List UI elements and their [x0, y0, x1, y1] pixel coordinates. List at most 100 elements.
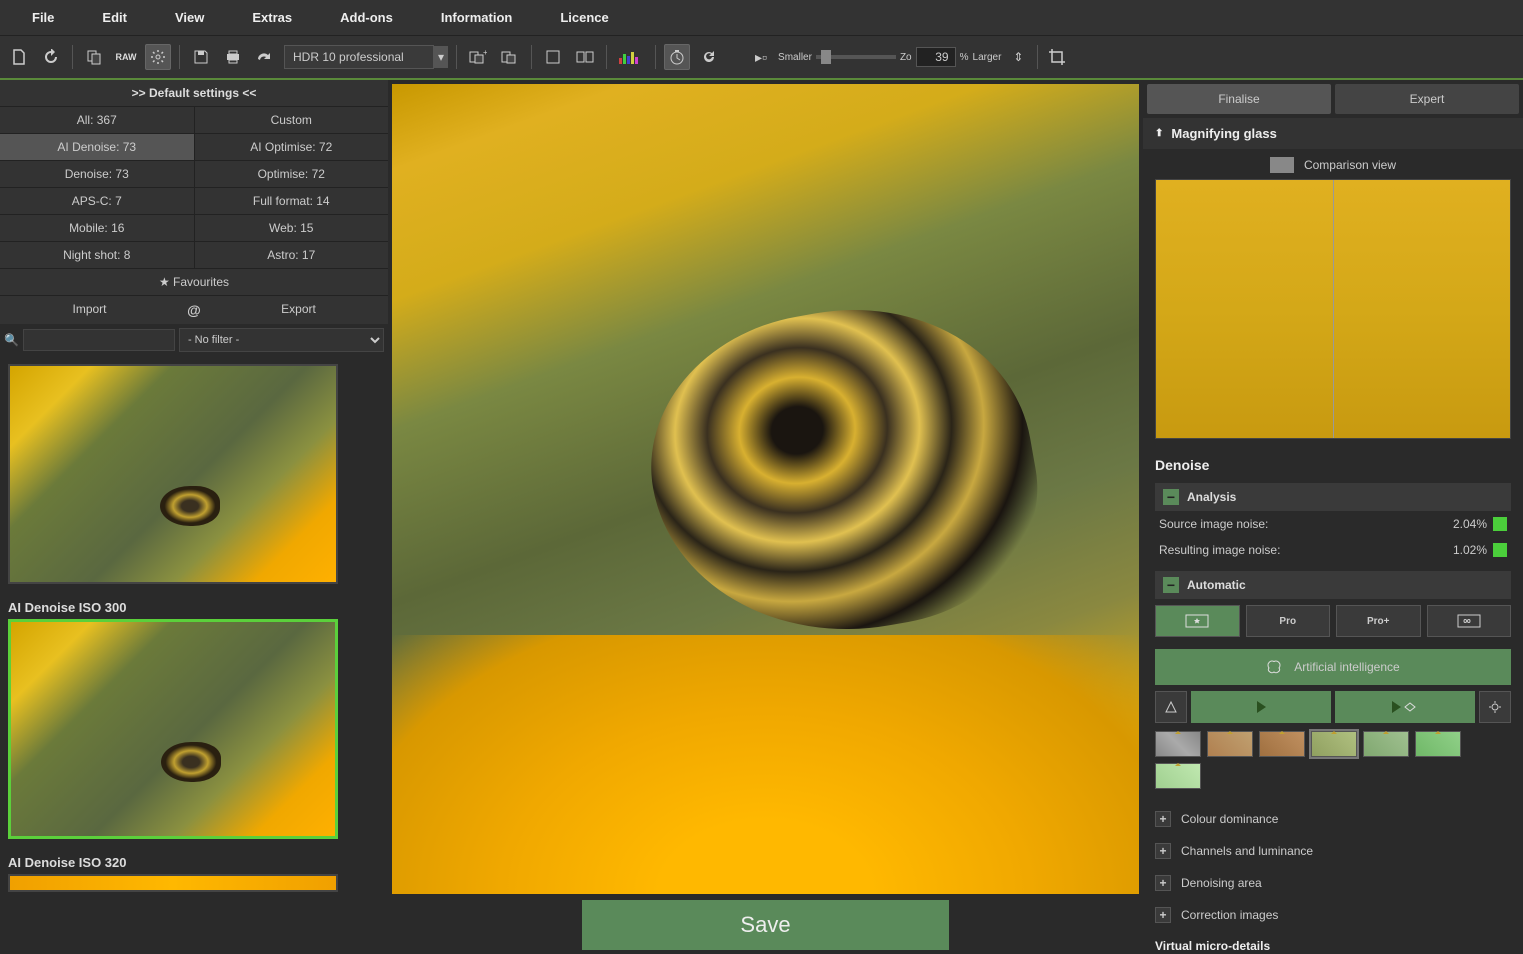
- preset-list[interactable]: ☆ + ↻ AI Denoise ISO 300 ☆ + ↻ AI Denois…: [0, 356, 388, 954]
- default-settings-header[interactable]: >> Default settings <<: [0, 80, 388, 107]
- menu-file[interactable]: File: [8, 4, 78, 31]
- menu-edit[interactable]: Edit: [78, 4, 151, 31]
- expand-plus-icon[interactable]: +: [1155, 907, 1171, 923]
- play-diamond-button[interactable]: [1335, 691, 1475, 723]
- export-button[interactable]: Export: [209, 296, 388, 324]
- settings-gear-icon[interactable]: [145, 44, 171, 70]
- automatic-header[interactable]: − Automatic: [1155, 571, 1511, 599]
- reload-icon[interactable]: [38, 44, 64, 70]
- preset-search-input[interactable]: [23, 329, 175, 351]
- menu-addons[interactable]: Add-ons: [316, 4, 417, 31]
- correction-images-section[interactable]: + Correction images: [1143, 899, 1523, 931]
- preset-thumbnail[interactable]: [8, 874, 338, 892]
- menu-view[interactable]: View: [151, 4, 228, 31]
- save-button[interactable]: Save: [582, 900, 949, 950]
- preset-item[interactable]: ☆ + ↻: [8, 364, 380, 584]
- menu-licence[interactable]: Licence: [536, 4, 632, 31]
- texture-swatch-3[interactable]: [1259, 731, 1305, 757]
- filter-denoise[interactable]: Denoise: 73: [0, 161, 194, 187]
- target-icon[interactable]: [1479, 691, 1511, 723]
- preset-infinity-button[interactable]: [1427, 605, 1512, 637]
- analysis-header[interactable]: − Analysis: [1155, 483, 1511, 511]
- collapse-minus-icon[interactable]: −: [1163, 577, 1179, 593]
- reload-icon[interactable]: ↻: [386, 420, 388, 436]
- tab-finalise[interactable]: Finalise: [1147, 84, 1331, 114]
- texture-swatch-5[interactable]: [1363, 731, 1409, 757]
- filter-apsc[interactable]: APS-C: 7: [0, 188, 194, 214]
- denoising-area-section[interactable]: + Denoising area: [1143, 867, 1523, 899]
- expand-plus-icon[interactable]: +: [1155, 811, 1171, 827]
- preset-item[interactable]: ☆ + ↻: [8, 619, 380, 839]
- ai-button[interactable]: Artificial intelligence: [1155, 649, 1511, 685]
- refresh-icon[interactable]: [696, 44, 722, 70]
- play-button-1[interactable]: [1191, 691, 1331, 723]
- copy-icon[interactable]: [81, 44, 107, 70]
- plus-icon[interactable]: +: [386, 396, 388, 412]
- menu-information[interactable]: Information: [417, 4, 537, 31]
- reload-icon[interactable]: ↻: [386, 675, 388, 691]
- zoom-value-input[interactable]: 39: [916, 47, 956, 67]
- mode-select[interactable]: HDR 10 professional: [284, 45, 434, 69]
- magnifier-preview[interactable]: [1155, 179, 1511, 439]
- colour-dominance-section[interactable]: + Colour dominance: [1143, 803, 1523, 835]
- print-icon[interactable]: [220, 44, 246, 70]
- filter-night-shot[interactable]: Night shot: 8: [0, 242, 194, 268]
- import-button[interactable]: Import: [0, 296, 179, 324]
- expand-plus-icon[interactable]: +: [1155, 843, 1171, 859]
- expand-plus-icon[interactable]: +: [1155, 875, 1171, 891]
- save-icon[interactable]: [188, 44, 214, 70]
- single-view-icon[interactable]: [540, 44, 566, 70]
- texture-swatch-7[interactable]: [1155, 763, 1201, 789]
- zoom-prefix: Zo: [900, 52, 912, 63]
- channels-section[interactable]: + Channels and luminance: [1143, 835, 1523, 867]
- filter-full-format[interactable]: Full format: 14: [195, 188, 389, 214]
- filter-ai-denoise[interactable]: AI Denoise: 73: [0, 134, 194, 160]
- menu-extras[interactable]: Extras: [228, 4, 316, 31]
- preset-hq-button[interactable]: [1155, 605, 1240, 637]
- filter-ai-optimise[interactable]: AI Optimise: 72: [195, 134, 389, 160]
- magnifier-title: Magnifying glass: [1171, 126, 1276, 141]
- mode-select-arrow-icon[interactable]: ▾: [434, 46, 448, 68]
- preset-thumbnail[interactable]: [8, 364, 338, 584]
- split-view-icon[interactable]: [572, 44, 598, 70]
- filter-optimise[interactable]: Optimise: 72: [195, 161, 389, 187]
- texture-swatch-4[interactable]: [1311, 731, 1357, 757]
- main-image-preview[interactable]: [392, 84, 1139, 894]
- collapse-minus-icon[interactable]: −: [1163, 489, 1179, 505]
- tab-expert[interactable]: Expert: [1335, 84, 1519, 114]
- texture-swatch-6[interactable]: [1415, 731, 1461, 757]
- filter-all[interactable]: All: 367: [0, 107, 194, 133]
- texture-swatch-2[interactable]: [1207, 731, 1253, 757]
- batch-settings-icon[interactable]: [497, 44, 523, 70]
- comparison-toggle[interactable]: [1270, 157, 1294, 173]
- preset-proplus-button[interactable]: Pro+: [1336, 605, 1421, 637]
- plus-icon[interactable]: +: [386, 651, 388, 667]
- filter-web[interactable]: Web: 15: [195, 215, 389, 241]
- zoom-percent: %: [960, 52, 969, 63]
- triangle-icon[interactable]: [1155, 691, 1187, 723]
- collapse-arrow-icon: ⬆: [1155, 128, 1163, 139]
- batch-add-icon[interactable]: +: [465, 44, 491, 70]
- histogram-icon[interactable]: [615, 44, 647, 70]
- raw-icon[interactable]: RAW: [113, 44, 139, 70]
- texture-swatch-1[interactable]: [1155, 731, 1201, 757]
- filter-mobile[interactable]: Mobile: 16: [0, 215, 194, 241]
- timer-icon[interactable]: [664, 44, 690, 70]
- filter-astro[interactable]: Astro: 17: [195, 242, 389, 268]
- redo-icon[interactable]: [252, 44, 278, 70]
- zoom-slider[interactable]: [816, 55, 896, 59]
- new-file-icon[interactable]: [6, 44, 32, 70]
- camera-left-icon[interactable]: ▸▫: [748, 44, 774, 70]
- favourites-button[interactable]: ★ Favourites: [0, 268, 388, 295]
- filter-custom[interactable]: Custom: [195, 107, 389, 133]
- at-icon[interactable]: @: [179, 296, 209, 324]
- preset-pro-button[interactable]: Pro: [1246, 605, 1331, 637]
- star-icon[interactable]: ☆: [386, 627, 388, 643]
- magnifier-section-header[interactable]: ⬆ Magnifying glass: [1143, 118, 1523, 149]
- fit-height-icon[interactable]: ⇕: [1005, 44, 1031, 70]
- preset-thumbnail[interactable]: [8, 619, 338, 839]
- no-filter-select[interactable]: - No filter -: [179, 328, 384, 352]
- crop-rotate-icon[interactable]: [1044, 44, 1070, 70]
- star-icon[interactable]: ☆: [386, 372, 388, 388]
- preset-item[interactable]: ☆: [8, 874, 380, 892]
